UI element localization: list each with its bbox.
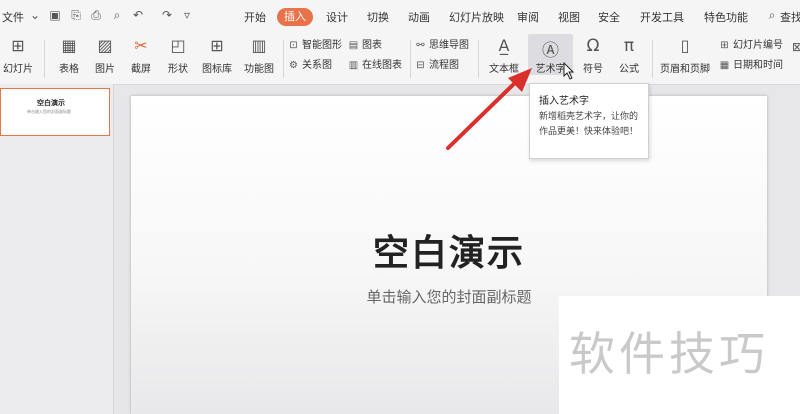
mindmap-icon: ⚯ [416, 40, 425, 51]
scissors-icon: ✂ [134, 36, 148, 55]
tab-review[interactable]: 审阅 [517, 9, 539, 25]
tab-transition[interactable]: 切换 [367, 9, 389, 25]
online-chart-button[interactable]: ▥ 在线图表 [347, 59, 402, 73]
calendar-icon: ▦ [719, 60, 730, 71]
datetime-button[interactable]: ▦ 日期和时间 [718, 59, 783, 73]
mouse-cursor-icon [563, 62, 575, 80]
object-icon[interactable]: ⊠ [790, 40, 800, 54]
tab-design[interactable]: 设计 [326, 9, 348, 25]
wordart-icon: Ⓐ [542, 41, 559, 61]
table-button[interactable]: ▦ 表格 [52, 36, 86, 75]
wordart-tooltip: 插入艺术字 新增稻壳艺术字，让你的作品更美！快来体验吧！ [529, 83, 649, 159]
symbol-button[interactable]: Ω 符号 [576, 36, 610, 75]
chart-button[interactable]: ▤ 图表 [347, 39, 382, 53]
thumbnail-title: 空白演示 [37, 99, 65, 107]
shape-button[interactable]: ◰ 形状 [160, 36, 196, 75]
smart-shape-icon: ⊡ [289, 40, 298, 51]
tooltip-title: 插入艺术字 [539, 96, 589, 107]
slide-number-icon: ⊞ [720, 40, 729, 51]
tab-slideshow[interactable]: 幻灯片放映 [449, 9, 504, 25]
undo-icon[interactable]: ↶ [131, 8, 145, 22]
function-chart-button[interactable]: ▥ 功能图 [238, 36, 280, 75]
omega-icon: Ω [586, 36, 600, 56]
print-icon[interactable]: ⎙ [89, 8, 103, 22]
watermark-text: 软件技巧 [569, 327, 769, 381]
tab-security[interactable]: 安全 [598, 9, 620, 25]
header-footer-icon: ▯ [680, 36, 690, 55]
tab-features[interactable]: 特色功能 [704, 9, 748, 25]
export-icon[interactable]: ⎘ [69, 8, 83, 22]
icon-library-icon: ⊞ [210, 36, 224, 55]
picture-button[interactable]: ▨ 图片 [88, 36, 122, 75]
flowchart-icon: ⊟ [416, 60, 425, 71]
redo-icon[interactable]: ↷ [160, 8, 174, 22]
shape-icon: ◰ [170, 36, 186, 55]
icon-library-button[interactable]: ⊞ 图标库 [199, 36, 235, 75]
chevron-down-icon[interactable]: ⌄ [28, 8, 42, 22]
relation-chart-button[interactable]: ⚙ 关系图 [287, 59, 332, 73]
relation-chart-icon: ⚙ [289, 60, 298, 71]
online-chart-icon: ▥ [348, 60, 359, 71]
slide-number-button[interactable]: ⊞ 幻灯片编号 [718, 39, 783, 53]
thumbnail-subtitle: 单击输入您的封面副标题 [27, 109, 71, 114]
slide-thumbnail-pane: 空白演示 单击输入您的封面副标题 [0, 84, 114, 414]
save-icon[interactable]: ▣ [48, 8, 62, 22]
picture-icon: ▨ [97, 36, 113, 55]
formula-button[interactable]: π 公式 [612, 36, 646, 75]
more-icon[interactable]: ▿ [180, 8, 194, 22]
search-label[interactable]: 查找 [780, 9, 800, 25]
red-arrow-icon [446, 68, 532, 150]
chart-icon: ▤ [348, 40, 359, 51]
tab-developer[interactable]: 开发工具 [640, 9, 684, 25]
function-chart-icon: ▥ [251, 36, 267, 55]
menu-bar: 文件 ⌄ ▣ ⎘ ⎙ ⌕ ↶ ↷ ▿ 开始 插入 设计 切换 动画 幻灯片放映 … [0, 0, 800, 34]
tab-home[interactable]: 开始 [244, 9, 266, 25]
slide-thumbnail-1[interactable]: 空白演示 单击输入您的封面副标题 [0, 88, 110, 136]
preview-icon[interactable]: ⌕ [110, 8, 124, 22]
new-slide-button[interactable]: ⊞ 幻灯片 [0, 36, 36, 75]
new-slide-icon: ⊞ [11, 36, 25, 55]
smart-shape-button[interactable]: ⊡ 智能图形 [287, 39, 342, 53]
pi-icon: π [623, 36, 635, 56]
tab-view[interactable]: 视图 [558, 9, 580, 25]
textbox-icon: A̲ [498, 36, 510, 55]
mindmap-button[interactable]: ⚯ 思维导图 [414, 39, 469, 53]
tab-insert[interactable]: 插入 [277, 8, 313, 26]
screenshot-button[interactable]: ✂ 截屏 [124, 36, 158, 75]
tooltip-description: 新增稻壳艺术字，让你的作品更美！快来体验吧！ [539, 112, 639, 137]
file-menu[interactable]: 文件 [2, 9, 24, 25]
tab-animation[interactable]: 动画 [408, 9, 430, 25]
slide-title[interactable]: 空白演示 [131, 224, 767, 276]
watermark-box: 软件技巧 [559, 296, 800, 414]
header-footer-button[interactable]: ▯ 页眉和页脚 [658, 36, 712, 75]
table-icon: ▦ [61, 36, 77, 55]
search-icon[interactable]: ⌕ [765, 8, 779, 22]
